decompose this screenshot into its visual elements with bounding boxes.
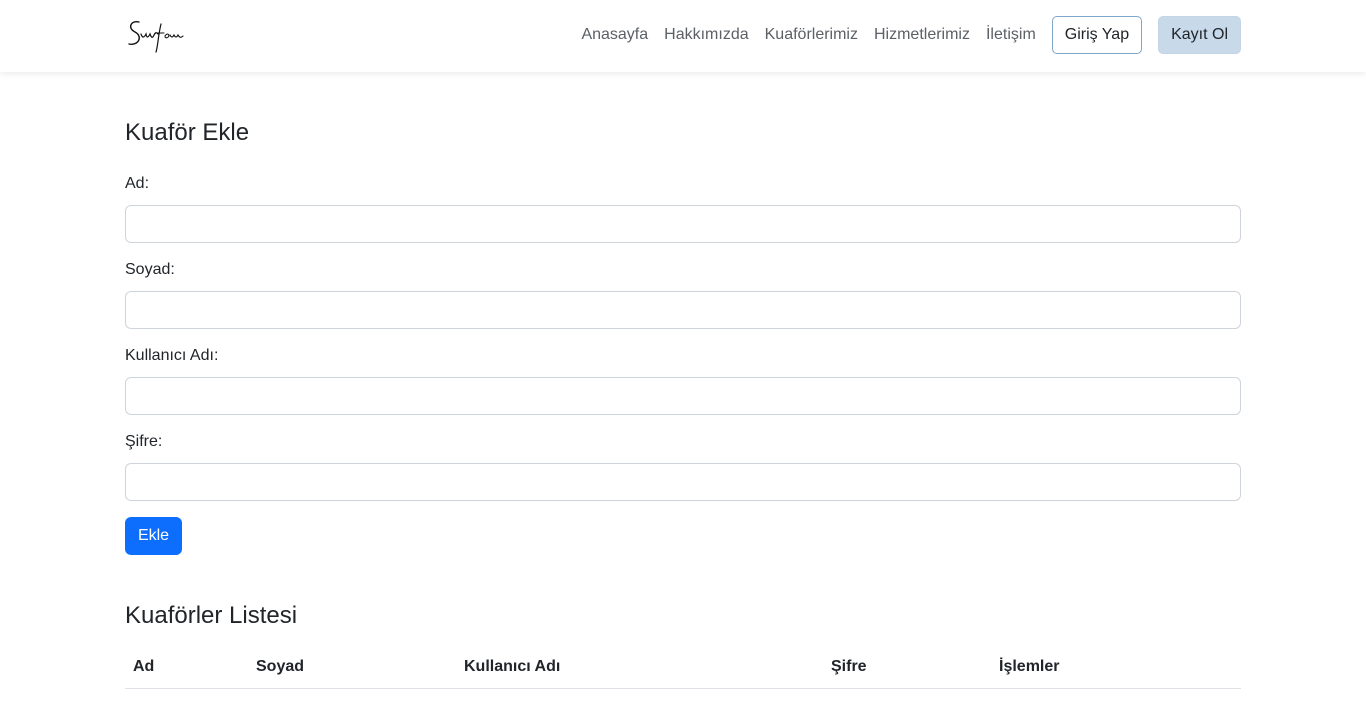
password-field[interactable] xyxy=(125,463,1241,501)
list-title: Kuaförler Listesi xyxy=(125,602,298,629)
column-header-username: Kullanıcı Adı xyxy=(464,658,561,675)
ad-field[interactable] xyxy=(125,205,1241,243)
username-label: Kullanıcı Adı: xyxy=(125,347,219,364)
nav-link-anasayfa[interactable]: Anasayfa xyxy=(581,16,648,54)
nav-link-iletisim[interactable]: İletişim xyxy=(986,16,1036,54)
nav-link-hizmetlerimiz[interactable]: Hizmetlerimiz xyxy=(874,16,970,54)
soyad-label: Soyad: xyxy=(125,261,175,278)
login-button[interactable]: Giriş Yap xyxy=(1051,16,1143,54)
nav-links: Anasayfa Hakkımızda Kuaförlerimiz Hizmet… xyxy=(581,16,1241,54)
add-button[interactable]: Ekle xyxy=(125,517,182,555)
navbar: Anasayfa Hakkımızda Kuaförlerimiz Hizmet… xyxy=(0,0,1366,72)
username-field[interactable] xyxy=(125,377,1241,415)
signup-button[interactable]: Kayıt Ol xyxy=(1158,16,1241,54)
brand-logo[interactable] xyxy=(125,14,185,56)
column-header-ad: Ad xyxy=(133,658,155,675)
nav-link-hakkimizda[interactable]: Hakkımızda xyxy=(664,16,748,54)
nav-link-kuaforlerimiz[interactable]: Kuaförlerimiz xyxy=(765,16,858,54)
column-header-password: Şifre xyxy=(831,658,867,675)
column-header-actions: İşlemler xyxy=(999,658,1060,675)
ad-label: Ad: xyxy=(125,175,150,192)
table-header-row: Ad Soyad Kullanıcı Adı Şifre İşlemler xyxy=(125,648,1241,689)
soyad-field[interactable] xyxy=(125,291,1241,329)
form-title: Kuaför Ekle xyxy=(125,119,250,146)
column-header-soyad: Soyad xyxy=(256,658,305,675)
password-label: Şifre: xyxy=(125,433,163,450)
